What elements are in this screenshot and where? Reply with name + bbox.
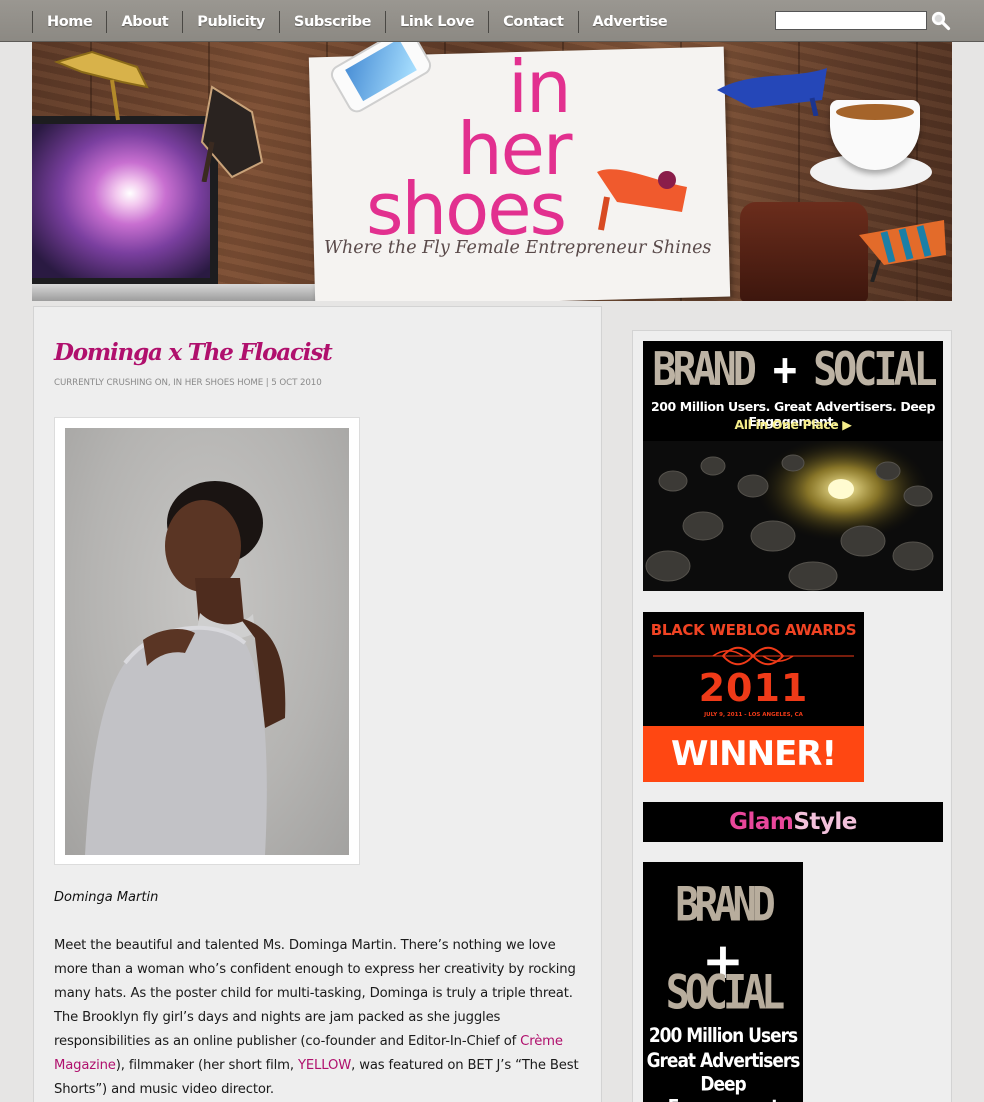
ad-small-line-3: Deep Engagement	[668, 1073, 780, 1102]
top-navigation: Home About Publicity Subscribe Link Love…	[0, 0, 984, 42]
nav-item-subscribe[interactable]: Subscribe	[278, 11, 385, 33]
post-article: Dominga x The Floacist CURRENTLY CRUSHIN…	[33, 306, 602, 1102]
nav-item-publicity[interactable]: Publicity	[182, 11, 279, 33]
category-link-currently-crushing-on[interactable]: CURRENTLY CRUSHING ON	[54, 378, 168, 388]
laptop-image	[32, 116, 218, 286]
nav-item-about[interactable]: About	[106, 11, 182, 33]
glamstyle-banner[interactable]: GlamStyle	[643, 802, 943, 842]
ad-small-brand-word: BRAND	[675, 877, 775, 933]
striped-shoe-image	[859, 220, 946, 282]
body-text-part-2: ), filmmaker (her short film,	[115, 1058, 298, 1073]
search-input[interactable]	[775, 11, 927, 30]
header-banner[interactable]: in her shoes Where the Fly Female Entrep…	[32, 42, 952, 301]
black-shoe-image	[200, 85, 264, 182]
photo-caption: Dominga Martin	[54, 890, 159, 905]
orange-shoe-image	[597, 169, 687, 231]
post-title[interactable]: Dominga x The Floacist	[54, 339, 333, 366]
banner-title-shoes: shoes	[366, 167, 567, 251]
nav-menu: Home About Publicity Subscribe Link Love…	[32, 11, 681, 33]
award-year: 2011	[698, 666, 809, 710]
post-photo-frame	[54, 417, 360, 865]
ad-small-line-1: 200 Million Users	[648, 1024, 798, 1048]
ad-plus-sign: +	[772, 343, 797, 397]
nav-item-contact[interactable]: Contact	[488, 11, 577, 33]
blue-shoe-image	[717, 68, 827, 116]
black-weblog-awards-badge[interactable]: BLACK WEBLOG AWARDS 2011 JULY 9, 2011 - …	[643, 612, 864, 782]
award-winner-banner: WINNER!	[643, 726, 864, 782]
meta-divider: |	[265, 378, 269, 388]
glamstyle-part-1: Glam	[729, 809, 794, 835]
post-date: 5 OCT 2010	[271, 378, 322, 388]
brand-social-ad-large[interactable]: BRAND + SOCIAL 200 Million Users. Great …	[643, 341, 943, 591]
post-body-paragraph: Meet the beautiful and talented Ms. Domi…	[54, 934, 584, 1102]
ad-social-word: SOCIAL	[813, 343, 937, 397]
gold-shoe-image	[53, 50, 149, 121]
search-icon[interactable]	[931, 11, 951, 31]
nav-item-advertise[interactable]: Advertise	[577, 11, 682, 33]
award-title: BLACK WEBLOG AWARDS	[650, 621, 857, 639]
ad-cta: All in One Place ▶	[734, 417, 852, 432]
ad-headline: BRAND + SOCIAL	[643, 344, 943, 397]
dominga-martin-photo[interactable]	[65, 428, 349, 855]
ad-small-social-word: SOCIAL	[665, 965, 786, 1021]
nav-item-link-love[interactable]: Link Love	[385, 11, 488, 33]
yellow-film-link[interactable]: YELLOW	[298, 1058, 351, 1073]
banner-tagline: Where the Fly Female Entrepreneur Shines	[324, 238, 712, 258]
post-meta: CURRENTLY CRUSHING ON, IN HER SHOES HOME…	[54, 378, 322, 388]
body-text-part-1: Meet the beautiful and talented Ms. Domi…	[54, 938, 576, 1049]
award-date-location: JULY 9, 2011 - LOS ANGELES, CA	[704, 712, 803, 718]
award-ornament-icon	[653, 646, 854, 666]
lightbulbs-illustration	[643, 441, 943, 591]
handbag-image	[740, 202, 868, 301]
category-link-in-her-shoes-home[interactable]: IN HER SHOES HOME	[173, 378, 263, 388]
glamstyle-part-2: Style	[793, 809, 857, 835]
ad-small-line-2: Great Advertisers	[646, 1049, 801, 1073]
nav-item-home[interactable]: Home	[32, 11, 106, 33]
ad-brand-word: BRAND	[652, 343, 756, 397]
sidebar: BRAND + SOCIAL 200 Million Users. Great …	[632, 330, 952, 1102]
brand-social-ad-small[interactable]: BRAND + SOCIAL 200 Million Users Great A…	[643, 862, 803, 1102]
laptop-base-image	[32, 284, 362, 301]
portrait-illustration	[85, 481, 286, 855]
